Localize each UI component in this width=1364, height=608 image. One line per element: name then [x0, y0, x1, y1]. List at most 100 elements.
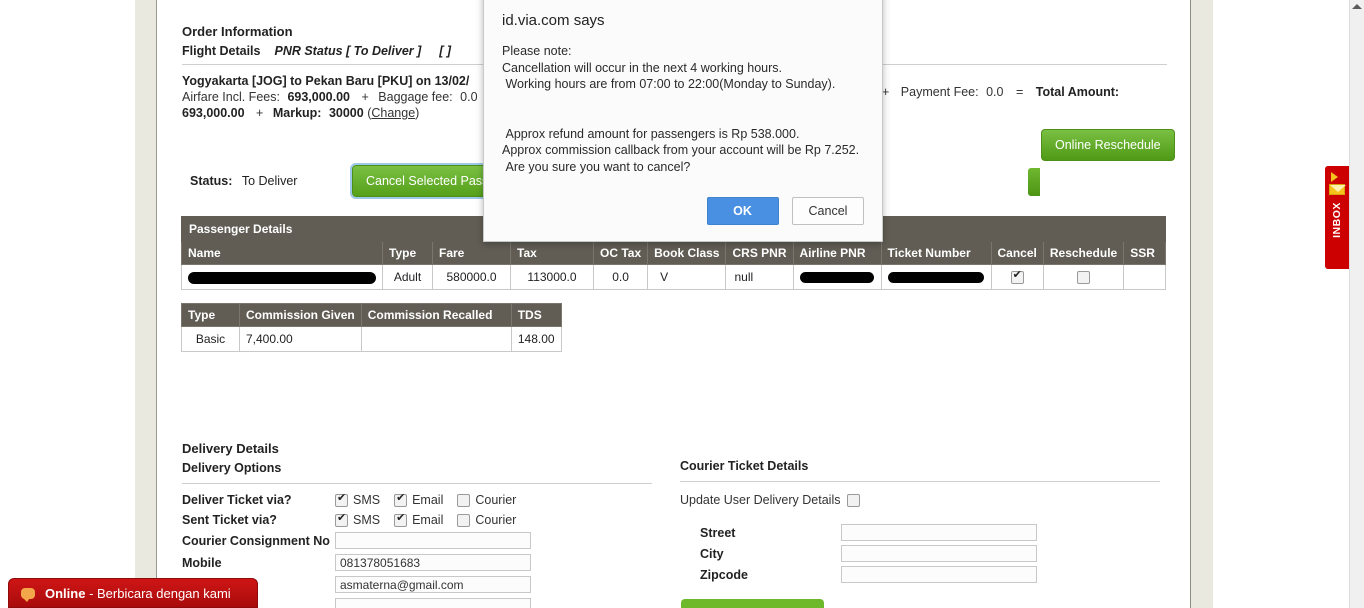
cell-commission-recalled	[360, 326, 512, 352]
consignment-row: Courier Consignment No	[182, 530, 531, 551]
update-delivery-label: Update User Delivery Details	[680, 493, 841, 507]
col-tds: TDS	[510, 303, 562, 327]
pnr-status: PNR Status [ To Deliver ]	[274, 44, 422, 58]
chat-status: Online	[45, 585, 86, 601]
cancel-checkbox[interactable]	[1010, 269, 1024, 285]
col-oc-tax: OC Tax	[592, 241, 649, 265]
sent-sms-label: SMS	[353, 513, 381, 527]
divider	[182, 483, 652, 484]
col-name: Name	[181, 241, 383, 265]
subtotal-value: 693,000.00	[182, 106, 245, 120]
sent-email-checkbox[interactable]	[394, 512, 408, 527]
redaction-mark	[888, 272, 984, 284]
markup-value: 30000	[328, 106, 364, 120]
online-reschedule-button[interactable]: Online Reschedule	[1041, 129, 1175, 161]
sent-courier-checkbox[interactable]	[457, 513, 471, 527]
plus-sign-1: +	[361, 90, 369, 104]
dialog-title: id.via.com says	[502, 12, 605, 29]
update-delivery-checkbox[interactable]	[847, 493, 861, 507]
submit-courier-button[interactable]	[681, 599, 824, 608]
col-reschedule: Reschedule	[1042, 241, 1125, 265]
email-input[interactable]	[335, 576, 531, 593]
inbox-tab-label: INBOX	[1331, 202, 1343, 238]
col-ticket-number: Ticket Number	[880, 241, 992, 265]
mobile-input[interactable]	[335, 554, 531, 571]
browser-alert-dialog: id.via.com says Please note: Cancellatio…	[483, 0, 883, 242]
payment-fee-label: Payment Fee:	[900, 85, 979, 99]
mobile-row: Mobile	[182, 552, 531, 573]
scroll-up-arrow-icon[interactable]	[1352, 4, 1362, 9]
deliver-ticket-label: Deliver Ticket via?	[182, 493, 292, 507]
delivery-options-subtitle: Delivery Options	[182, 461, 282, 475]
vertical-scrollbar[interactable]	[1349, 0, 1364, 608]
deliver-sms-checkbox[interactable]	[335, 492, 348, 507]
cell-comm-type: Basic	[181, 326, 240, 352]
col-cancel: Cancel	[990, 241, 1044, 265]
cell-name	[181, 263, 383, 291]
cell-oc-tax: 0.0	[592, 263, 649, 291]
chat-bubble-icon	[21, 587, 35, 602]
redaction-mark	[188, 271, 376, 284]
hidden-action-button-sliver[interactable]	[1028, 168, 1040, 196]
baggage-fee-label: Baggage fee:	[378, 90, 453, 104]
commission-section: Type Commission Given Commission Recalle…	[181, 303, 562, 352]
zipcode-label: Zipcode	[700, 567, 748, 582]
zipcode-row: Zipcode	[680, 564, 1160, 585]
reschedule-checkbox[interactable]	[1077, 271, 1091, 285]
zipcode-input[interactable]	[841, 566, 1037, 583]
cell-airline-pnr	[792, 263, 882, 291]
redaction-mark	[800, 272, 874, 284]
commission-table: Type Commission Given Commission Recalle…	[181, 303, 562, 352]
inbox-side-tab[interactable]: INBOX	[1325, 166, 1349, 269]
city-input[interactable]	[841, 545, 1037, 562]
cell-reschedule	[1042, 263, 1125, 291]
cell-tax: 113000.0	[510, 263, 594, 291]
status-label: Status:	[190, 174, 233, 188]
page-root: Order Information Flight Details PNR Stat…	[0, 0, 1364, 608]
cell-book-class: V	[647, 263, 727, 291]
street-row: Street	[680, 522, 1160, 543]
col-type: Type	[382, 241, 433, 265]
pnr-brackets: [ ]	[439, 44, 452, 58]
col-ssr: SSR	[1123, 241, 1167, 265]
consignment-input[interactable]	[335, 532, 531, 549]
sent-courier-label: Courier	[475, 513, 517, 527]
col-comm-type: Type	[181, 303, 240, 327]
cell-commission-given: 7,400.00	[239, 326, 362, 352]
deliver-sms-label: SMS	[353, 493, 381, 507]
city-label: City	[700, 546, 724, 561]
table-row: Basic 7,400.00 148.00	[181, 326, 562, 352]
cell-fare: 580000.0	[432, 263, 511, 291]
consignment-label: Courier Consignment No	[182, 533, 330, 548]
plus-sign-2: +	[256, 106, 264, 120]
dialog-message: Please note: Cancellation will occur in …	[502, 44, 860, 174]
baggage-fee-value: 0.0	[460, 90, 478, 104]
chat-widget-label: Online - Berbicara dengan kami	[45, 586, 231, 601]
page-outer-background	[1213, 0, 1350, 608]
update-delivery-row: Update User Delivery Details	[680, 493, 1160, 507]
extra-input[interactable]	[335, 598, 531, 608]
sent-ticket-label: Sent Ticket via?	[182, 513, 277, 527]
dialog-ok-button[interactable]: OK	[706, 197, 779, 225]
chat-subtext: - Berbicara dengan kami	[85, 585, 231, 601]
sent-ticket-row: Sent Ticket via? SMS Email Courier	[182, 510, 531, 530]
col-fare: Fare	[432, 241, 511, 265]
change-markup-link[interactable]: Change	[371, 106, 415, 120]
payment-fee-value: 0.0	[986, 85, 1004, 99]
deliver-email-checkbox[interactable]	[394, 492, 408, 507]
deliver-ticket-row: Deliver Ticket via? SMS Email Courier	[182, 490, 531, 510]
col-commission-given: Commission Given	[239, 303, 362, 327]
sent-sms-checkbox[interactable]	[335, 512, 348, 527]
commission-header-row: Type Commission Given Commission Recalle…	[181, 303, 562, 327]
status-row: Status: To Deliver	[190, 174, 297, 188]
col-airline-pnr: Airline PNR	[792, 241, 882, 265]
deliver-courier-checkbox[interactable]	[457, 493, 471, 507]
col-crs-pnr: CRS PNR	[725, 241, 794, 265]
cell-type: Adult	[382, 263, 433, 291]
live-chat-widget[interactable]: Online - Berbicara dengan kami	[8, 578, 258, 608]
passenger-table-header-row: Name Type Fare Tax OC Tax Book Class CRS…	[181, 241, 1167, 265]
dialog-cancel-button[interactable]: Cancel	[792, 197, 864, 225]
street-input[interactable]	[841, 524, 1037, 541]
cell-tds: 148.00	[510, 326, 562, 352]
col-commission-recalled: Commission Recalled	[360, 303, 512, 327]
